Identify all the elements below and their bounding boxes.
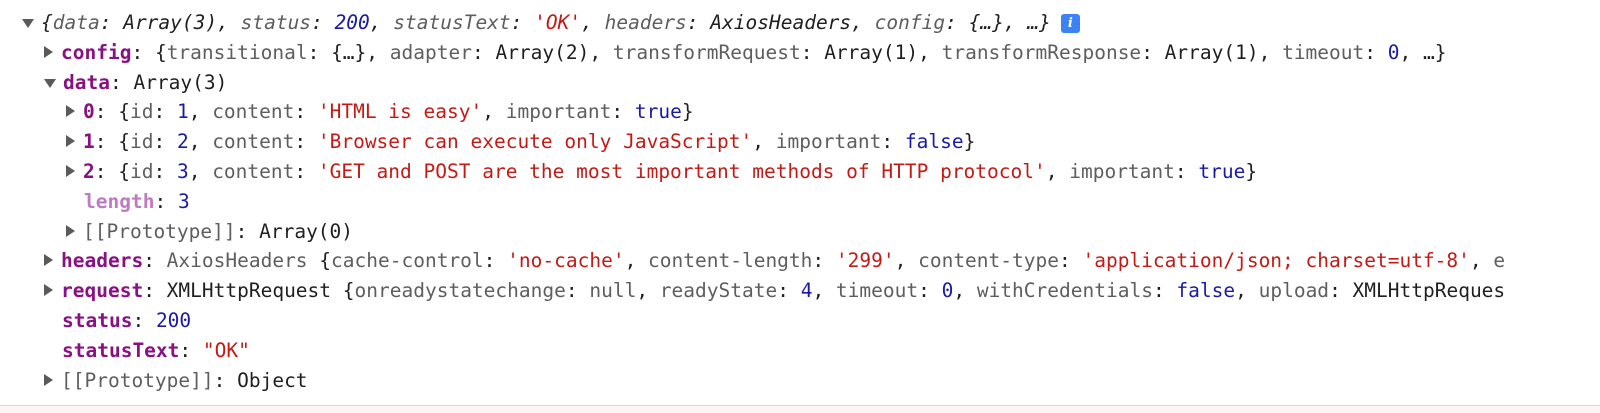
- status-row: status: 200: [62, 308, 192, 332]
- data-length-row: length: 3: [84, 189, 190, 213]
- data-prototype-row[interactable]: [[Prototype]]: Array(0): [0, 217, 1600, 247]
- headers-row[interactable]: headers: AxiosHeaders {cache-control: 'n…: [0, 246, 1600, 276]
- data-row[interactable]: data: Array(3): [0, 68, 1600, 98]
- data-item-row[interactable]: 0: {id: 1, content: 'HTML is easy', impo…: [0, 97, 1600, 127]
- expand-triangle-icon[interactable]: [44, 254, 53, 267]
- expand-triangle-icon[interactable]: [44, 45, 53, 58]
- expand-triangle-icon[interactable]: [66, 135, 75, 148]
- data-item-row[interactable]: 1: {id: 2, content: 'Browser can execute…: [0, 127, 1600, 157]
- expand-triangle-icon[interactable]: [44, 284, 53, 297]
- object-prototype-row[interactable]: [[Prototype]]: Object: [0, 366, 1600, 396]
- collapse-triangle-icon[interactable]: [22, 19, 34, 28]
- expand-triangle-icon[interactable]: [66, 164, 75, 177]
- response-summary-row[interactable]: {data: Array(3), status: 200, statusText…: [0, 8, 1600, 38]
- console-error-strip: [0, 405, 1600, 413]
- collapse-triangle-icon[interactable]: [44, 78, 56, 88]
- config-row[interactable]: config: {transitional: {…}, adapter: Arr…: [0, 38, 1600, 68]
- info-icon[interactable]: i: [1060, 14, 1080, 33]
- expand-triangle-icon[interactable]: [66, 105, 75, 118]
- expand-triangle-icon[interactable]: [66, 224, 75, 237]
- request-row[interactable]: request: XMLHttpRequest {onreadystatecha…: [0, 276, 1600, 306]
- data-item-row[interactable]: 2: {id: 3, content: 'GET and POST are th…: [0, 157, 1600, 187]
- expand-triangle-icon[interactable]: [44, 373, 53, 386]
- status-text-row: statusText: "OK": [62, 338, 250, 362]
- summary-open-brace: {: [41, 11, 53, 34]
- console-output: {data: Array(3), status: 200, statusText…: [0, 8, 1600, 395]
